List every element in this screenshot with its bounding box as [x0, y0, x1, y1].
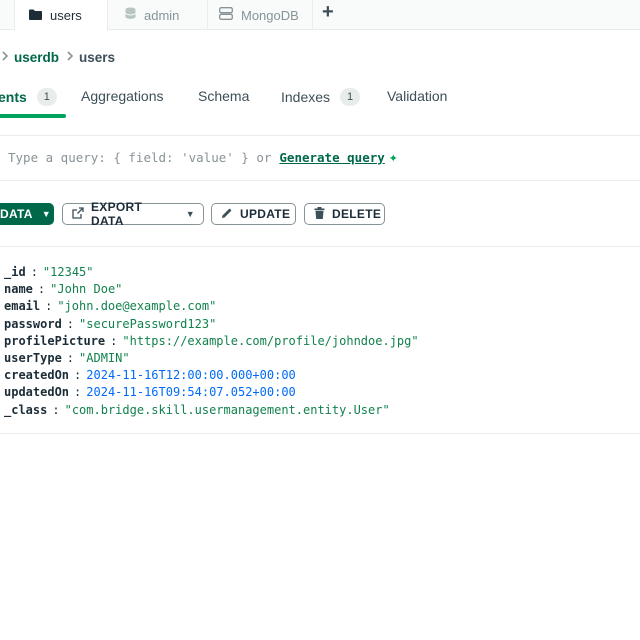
documents-count-badge: 1: [36, 88, 57, 106]
sparkle-icon: ✦: [388, 148, 398, 166]
pencil-icon: [221, 207, 233, 222]
document-field: profilePicture: "https://example.com/prof…: [4, 333, 419, 348]
field-key: profilePicture: [4, 333, 106, 348]
document-field: userType: "ADMIN": [4, 350, 130, 365]
field-key: name: [4, 282, 33, 297]
tab-label: users: [50, 8, 82, 23]
breadcrumb: userdb users: [0, 48, 115, 66]
chevron-right-icon: [67, 50, 74, 64]
tab-admin[interactable]: admin: [112, 0, 206, 30]
tab-label: Validation: [387, 88, 448, 104]
divider: [0, 180, 640, 181]
active-tab-indicator: [0, 114, 66, 118]
caret-down-icon: ▼: [41, 209, 51, 219]
export-data-label: EXPORT DATA: [91, 200, 143, 228]
update-label: UPDATE: [240, 207, 291, 221]
document-field: password: "securePassword123": [4, 316, 217, 331]
generate-query-link[interactable]: Generate query: [279, 150, 384, 165]
divider: [0, 433, 640, 434]
tab-mongodb[interactable]: MongoDB: [208, 0, 312, 30]
tab-label: admin: [144, 7, 180, 23]
query-input[interactable]: Type a query: { field: 'value' } or: [8, 150, 271, 165]
export-data-button[interactable]: EXPORT DATA ▼: [62, 200, 204, 228]
document-card[interactable]: _id: "12345" name: "John Doe" email: "john.…: [4, 264, 419, 419]
tab-documents[interactable]: ents 1: [0, 88, 57, 106]
collection-subtabs: ents 1 Aggregations Schema Indexes 1 Val…: [0, 80, 640, 116]
field-value: "https://example.com/profile/johndoe.jpg…: [122, 333, 419, 348]
document-field: email: "john.doe@example.com": [4, 299, 217, 314]
tab-bar: users admin MongoDB +: [0, 0, 640, 31]
divider: [0, 246, 640, 247]
document-field: createdOn:2024-11-16T12:00:00.000+00:00: [4, 368, 296, 383]
field-value: "john.doe@example.com": [57, 299, 217, 314]
tab-divider: [312, 0, 313, 30]
new-tab-button[interactable]: +: [322, 1, 334, 24]
document-field: _id: "12345": [4, 265, 94, 279]
document-field: _class: "com.bridge.skill.usermanagement.…: [4, 402, 390, 417]
field-key: createdOn: [4, 368, 70, 383]
field-value: 2024-11-16T09:54:07.052+00:00: [86, 385, 296, 400]
caret-down-icon: ▼: [185, 209, 195, 219]
export-icon: [72, 206, 84, 222]
query-bar[interactable]: Type a query: { field: 'value' } or Gene…: [8, 148, 398, 166]
database-icon: [125, 7, 136, 23]
delete-label: DELETE: [332, 207, 382, 221]
field-value: "ADMIN": [79, 350, 130, 365]
field-key: _class: [4, 402, 48, 417]
trash-icon: [314, 206, 325, 222]
delete-button[interactable]: DELETE: [304, 203, 385, 225]
add-data-label: DATA: [0, 207, 33, 221]
field-value: "com.bridge.skill.usermanagement.entity.…: [64, 402, 390, 417]
tab-validation[interactable]: Validation: [387, 88, 447, 104]
document-field: name: "John Doe": [4, 282, 123, 297]
field-value: 2024-11-16T12:00:00.000+00:00: [86, 368, 296, 383]
field-key: email: [4, 299, 41, 314]
add-data-button[interactable]: DATA ▼: [0, 203, 54, 225]
breadcrumb-collection: users: [79, 49, 116, 65]
tab-aggregations[interactable]: Aggregations: [81, 88, 164, 104]
tab-label: MongoDB: [241, 7, 299, 23]
divider: [0, 135, 640, 136]
field-key: updatedOn: [4, 385, 70, 400]
field-key: _id: [4, 265, 26, 279]
tab-indexes[interactable]: Indexes 1: [281, 88, 361, 106]
document-field: updatedOn:2024-11-16T09:54:07.052+00:00: [4, 385, 296, 400]
folder-icon: [29, 8, 42, 23]
update-button[interactable]: UPDATE: [211, 203, 296, 225]
server-icon: [219, 7, 233, 23]
field-value: "12345": [42, 265, 94, 279]
tab-label: Schema: [198, 88, 250, 104]
tab-label: Aggregations: [81, 88, 164, 104]
tab-users[interactable]: users: [14, 0, 108, 31]
indexes-count-badge: 1: [340, 88, 361, 106]
tab-label: ents: [0, 89, 27, 105]
field-key: password: [4, 316, 62, 331]
field-key: userType: [4, 350, 62, 365]
tab-label: Indexes: [281, 89, 331, 105]
tab-schema[interactable]: Schema: [198, 88, 249, 104]
field-value: "John Doe": [50, 282, 123, 297]
field-value: "securePassword123": [79, 316, 217, 331]
chevron-right-icon: [2, 50, 9, 64]
breadcrumb-database[interactable]: userdb: [14, 50, 59, 65]
